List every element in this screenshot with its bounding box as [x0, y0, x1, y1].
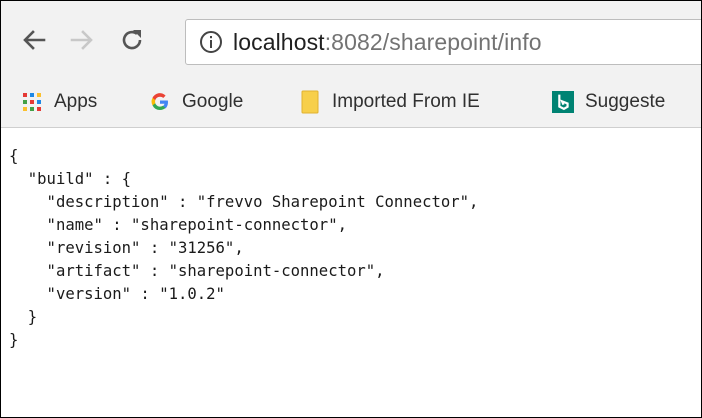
- bookmark-suggested[interactable]: Suggeste: [552, 87, 665, 117]
- url-path: :8082/sharepoint/info: [324, 28, 542, 55]
- json-line: "name" : "sharepoint-connector",: [9, 216, 347, 234]
- json-line: "artifact" : "sharepoint-connector",: [9, 262, 385, 280]
- site-info-icon[interactable]: [199, 30, 223, 54]
- json-response: { "build" : { "description" : "frevvo Sh…: [1, 128, 701, 352]
- forward-button[interactable]: [65, 23, 99, 57]
- apps-grid-icon: [21, 91, 43, 113]
- json-line: "build" : {: [9, 170, 132, 188]
- json-line: }: [9, 331, 19, 349]
- forward-arrow-icon: [70, 30, 93, 50]
- json-line: "revision" : "31256",: [9, 239, 244, 257]
- google-g-icon: [149, 91, 171, 113]
- bookmarks-bar: Apps Google Imported From IE Suggeste: [1, 77, 701, 128]
- back-button[interactable]: [17, 23, 51, 57]
- json-line: "version" : "1.0.2": [9, 285, 225, 303]
- back-arrow-icon: [23, 30, 46, 50]
- bookmark-label: Suggeste: [585, 91, 666, 112]
- bookmark-label: Apps: [54, 91, 98, 112]
- bookmark-label: Google: [182, 91, 244, 112]
- bing-icon: [552, 91, 574, 113]
- url-host: localhost: [233, 28, 325, 55]
- folder-icon: [299, 90, 321, 114]
- bookmark-label: Imported From IE: [332, 91, 480, 112]
- browser-window: localhost:8082/sharepoint/info Apps Goog…: [0, 0, 702, 418]
- json-line: "description" : "frevvo Sharepoint Conne…: [9, 193, 479, 211]
- json-line: }: [9, 308, 38, 326]
- page-content: { "build" : { "description" : "frevvo Sh…: [1, 128, 701, 417]
- url-text[interactable]: localhost:8082/sharepoint/info: [233, 29, 542, 56]
- json-line: {: [9, 147, 19, 165]
- bookmark-apps[interactable]: Apps: [21, 87, 97, 117]
- bookmark-google[interactable]: Google: [149, 87, 243, 117]
- browser-toolbar: localhost:8082/sharepoint/info: [1, 1, 701, 77]
- bookmark-folder-imported-from-ie[interactable]: Imported From IE: [299, 87, 480, 117]
- reload-icon: [122, 30, 142, 50]
- reload-button[interactable]: [115, 23, 149, 57]
- address-bar[interactable]: localhost:8082/sharepoint/info: [185, 19, 701, 65]
